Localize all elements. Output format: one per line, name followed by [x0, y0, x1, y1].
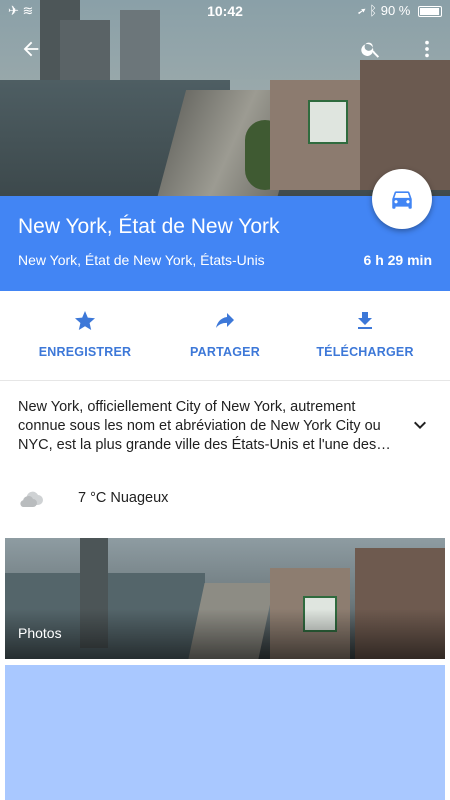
- share-icon: [216, 313, 234, 328]
- building: [120, 10, 160, 90]
- battery-icon: [418, 6, 442, 18]
- action-row: ENREGISTRER PARTAGER TÉLÉCHARGER: [0, 291, 450, 381]
- save-button[interactable]: ENREGISTRER: [10, 309, 160, 359]
- save-label: ENREGISTRER: [38, 345, 132, 359]
- star-icon: [75, 311, 95, 330]
- loading-placeholder: [5, 665, 445, 800]
- back-arrow-icon[interactable]: [16, 38, 46, 68]
- download-button[interactable]: TÉLÉCHARGER: [290, 309, 440, 359]
- photos-card[interactable]: Photos: [5, 538, 445, 659]
- share-label: PARTAGER: [190, 345, 260, 359]
- place-address: New York, État de New York, États-Unis: [18, 252, 265, 268]
- cloud-icon: [18, 487, 44, 509]
- billboard: [308, 100, 348, 144]
- more-vert-icon[interactable]: [412, 38, 442, 68]
- hero-photo[interactable]: [0, 0, 450, 196]
- photos-label: Photos: [18, 625, 62, 641]
- download-icon: [358, 312, 372, 329]
- directions-button[interactable]: [372, 169, 432, 229]
- search-icon[interactable]: [356, 38, 386, 68]
- car-icon: [392, 191, 412, 209]
- place-title: New York, État de New York: [18, 215, 280, 238]
- status-bar: ✈ ≋ 10:42 ➚ ᛒ 90 %: [0, 0, 450, 22]
- expand-chevron-icon[interactable]: [408, 413, 432, 437]
- location-icon: ➚: [357, 3, 366, 18]
- bluetooth-icon: ᛒ: [369, 3, 378, 18]
- weather-text: 7 °C Nuageux: [78, 490, 169, 506]
- photo-gradient: [5, 609, 445, 659]
- travel-time: 6 h 29 min: [363, 252, 432, 268]
- share-button[interactable]: PARTAGER: [150, 309, 300, 359]
- battery-text: 90 %: [380, 3, 411, 18]
- download-label: TÉLÉCHARGER: [316, 345, 414, 359]
- place-description[interactable]: New York, officiellement City of New Yor…: [18, 398, 403, 455]
- status-right: ➚ ᛒ 90 %: [358, 3, 442, 18]
